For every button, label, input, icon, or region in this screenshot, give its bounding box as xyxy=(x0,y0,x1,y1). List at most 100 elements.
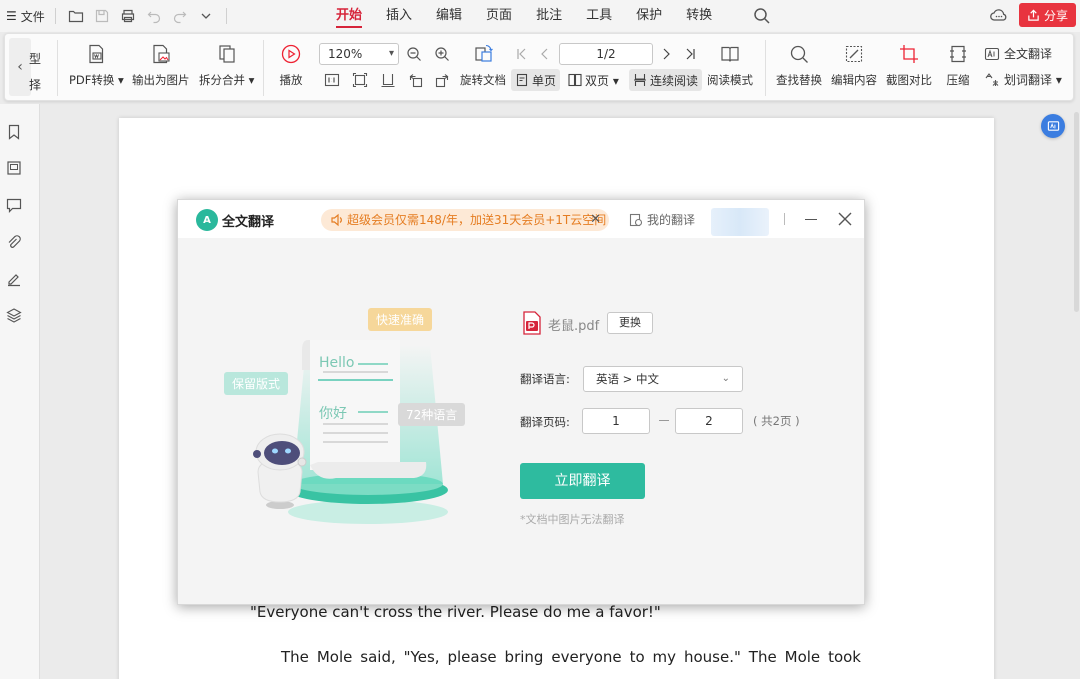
range-dash xyxy=(659,420,669,421)
share-button[interactable]: 分享 xyxy=(1018,3,1076,27)
export-image-label: 输出为图片 xyxy=(132,73,190,87)
double-page-button[interactable]: 双页 ▾ xyxy=(564,69,623,91)
single-page-button[interactable]: 单页 xyxy=(511,69,561,91)
redo-icon[interactable] xyxy=(170,6,190,26)
prev-page-icon[interactable] xyxy=(536,45,554,63)
feature-tag-languages: 72种语言 xyxy=(398,403,466,426)
split-merge-label: 拆分合并 ▾ xyxy=(199,73,255,87)
fit-width-icon[interactable] xyxy=(379,71,397,89)
search-icon[interactable] xyxy=(752,6,772,26)
page-total: ( 共2页 ) xyxy=(753,414,800,428)
rotate-right-icon[interactable] xyxy=(433,71,451,89)
tab-page[interactable]: 页面 xyxy=(474,0,524,32)
vertical-scrollbar[interactable] xyxy=(1074,112,1079,312)
change-file-button[interactable]: 更换 xyxy=(607,312,653,334)
continuous-read-label: 连续阅读 xyxy=(650,73,699,88)
full-translate-button[interactable]: 全文翻译 xyxy=(984,45,1052,62)
zoom-in-icon[interactable] xyxy=(433,45,451,63)
print-icon[interactable] xyxy=(118,6,138,26)
illustration-nihao-text: 你好 xyxy=(319,406,347,422)
screenshot-compare-button[interactable]: 截图对比 xyxy=(886,42,932,88)
divider xyxy=(57,40,58,96)
zoom-out-icon[interactable] xyxy=(405,45,423,63)
pdf-convert-button[interactable]: PDF转换 ▾ xyxy=(69,42,124,88)
export-image-button[interactable]: 输出为图片 xyxy=(132,42,190,88)
play-button[interactable]: 播放 xyxy=(279,42,303,88)
zoom-select[interactable]: 120% ▾ xyxy=(319,43,399,65)
hamburger-icon: ☰ xyxy=(6,9,17,23)
compress-label: 压缩 xyxy=(946,73,970,87)
search-icon xyxy=(787,42,811,66)
screenshot-compare-label: 截图对比 xyxy=(886,73,932,87)
page-from-input[interactable]: 1 xyxy=(582,408,650,434)
chevron-down-icon[interactable] xyxy=(196,6,216,26)
page-number-input[interactable]: 1/2 xyxy=(559,43,653,65)
bookmark-icon[interactable] xyxy=(6,124,24,142)
rotate-doc-button[interactable]: 旋转文档 xyxy=(460,42,506,88)
language-select[interactable]: 英语 > 中文 ⌄ xyxy=(583,366,743,392)
tab-convert[interactable]: 转换 xyxy=(674,0,724,32)
thumbnail-icon[interactable] xyxy=(6,160,24,178)
file-menu[interactable]: ☰ 文件 xyxy=(6,8,45,25)
fit-page-icon[interactable] xyxy=(351,71,369,89)
layers-icon[interactable] xyxy=(6,307,24,325)
tab-start[interactable]: 开始 xyxy=(324,0,374,32)
cloud-icon[interactable] xyxy=(989,5,1009,25)
document-text-line: "Everyone can't cross the river. Please … xyxy=(250,603,661,621)
next-page-icon[interactable] xyxy=(657,45,675,63)
zoom-value: 120% xyxy=(328,47,363,61)
play-label: 播放 xyxy=(279,73,303,87)
continuous-read-button[interactable]: 连续阅读 xyxy=(629,69,703,91)
find-replace-button[interactable]: 查找替换 xyxy=(776,42,822,88)
last-page-icon[interactable] xyxy=(681,45,699,63)
tab-tools[interactable]: 工具 xyxy=(574,0,624,32)
pdf-to-word-icon xyxy=(84,42,108,66)
tab-annotate[interactable]: 批注 xyxy=(524,0,574,32)
language-value: 英语 > 中文 xyxy=(596,372,659,386)
ribbon-scroll-left-button[interactable]: ‹ xyxy=(9,38,31,96)
close-icon[interactable]: ✕ xyxy=(590,209,601,231)
ribbon-cut-off-item[interactable]: 型 择 xyxy=(29,46,41,98)
promo-text: 超级会员仅需148/年，加送31天会员+1T云空间 xyxy=(347,213,607,227)
translate-float-icon xyxy=(1047,120,1059,131)
page-to-input[interactable]: 2 xyxy=(675,408,743,434)
undo-icon[interactable] xyxy=(144,6,164,26)
dialog-title: 全文翻译 xyxy=(222,215,275,230)
comment-icon[interactable] xyxy=(6,197,24,215)
tab-protect[interactable]: 保护 xyxy=(624,0,674,32)
reading-mode-button[interactable]: 阅读模式 xyxy=(707,42,753,88)
split-merge-button[interactable]: 拆分合并 ▾ xyxy=(199,42,254,88)
edit-content-button[interactable]: 编辑内容 xyxy=(831,42,877,88)
user-avatar-area[interactable] xyxy=(711,208,769,236)
translate-icon xyxy=(984,47,1000,60)
first-page-icon[interactable] xyxy=(513,45,531,63)
book-icon xyxy=(718,42,742,66)
screenshot-icon xyxy=(897,42,921,66)
tab-edit[interactable]: 编辑 xyxy=(424,0,474,32)
rotate-doc-icon xyxy=(471,42,495,66)
actual-size-icon[interactable] xyxy=(323,71,341,89)
translate-now-button[interactable]: 立即翻译 xyxy=(520,463,645,499)
save-icon[interactable] xyxy=(92,6,112,26)
menu-bar: ☰ 文件 开始 插入 编辑 页面 批注 工具 保护 转换 分享 xyxy=(0,0,1080,32)
floating-tool-button[interactable] xyxy=(1041,114,1065,138)
edit-content-label: 编辑内容 xyxy=(831,73,877,87)
minimize-icon[interactable] xyxy=(805,219,817,220)
attachment-icon[interactable] xyxy=(6,234,24,252)
signature-icon[interactable] xyxy=(6,271,24,289)
single-page-label: 单页 xyxy=(532,73,557,88)
share-icon xyxy=(1028,9,1039,21)
my-translations-link[interactable]: 我的翻译 xyxy=(629,211,695,228)
compress-button[interactable]: 压缩 xyxy=(946,42,970,88)
word-translate-button[interactable]: 划词翻译 ▾ xyxy=(984,71,1062,88)
feature-tag-layout: 保留版式 xyxy=(224,372,289,395)
tab-insert[interactable]: 插入 xyxy=(374,0,424,32)
illustration-hello-text: Hello xyxy=(319,355,355,371)
rotate-left-icon[interactable] xyxy=(407,71,425,89)
document-text-line: The Mole said, "Yes, please bring everyo… xyxy=(281,648,861,666)
open-folder-icon[interactable] xyxy=(66,6,86,26)
close-icon[interactable] xyxy=(837,211,853,227)
menu-left-group: ☰ 文件 xyxy=(6,0,231,32)
promo-banner[interactable]: 超级会员仅需148/年，加送31天会员+1T云空间 ✕ xyxy=(321,209,609,231)
menu-right-group: 分享 xyxy=(989,3,1076,27)
